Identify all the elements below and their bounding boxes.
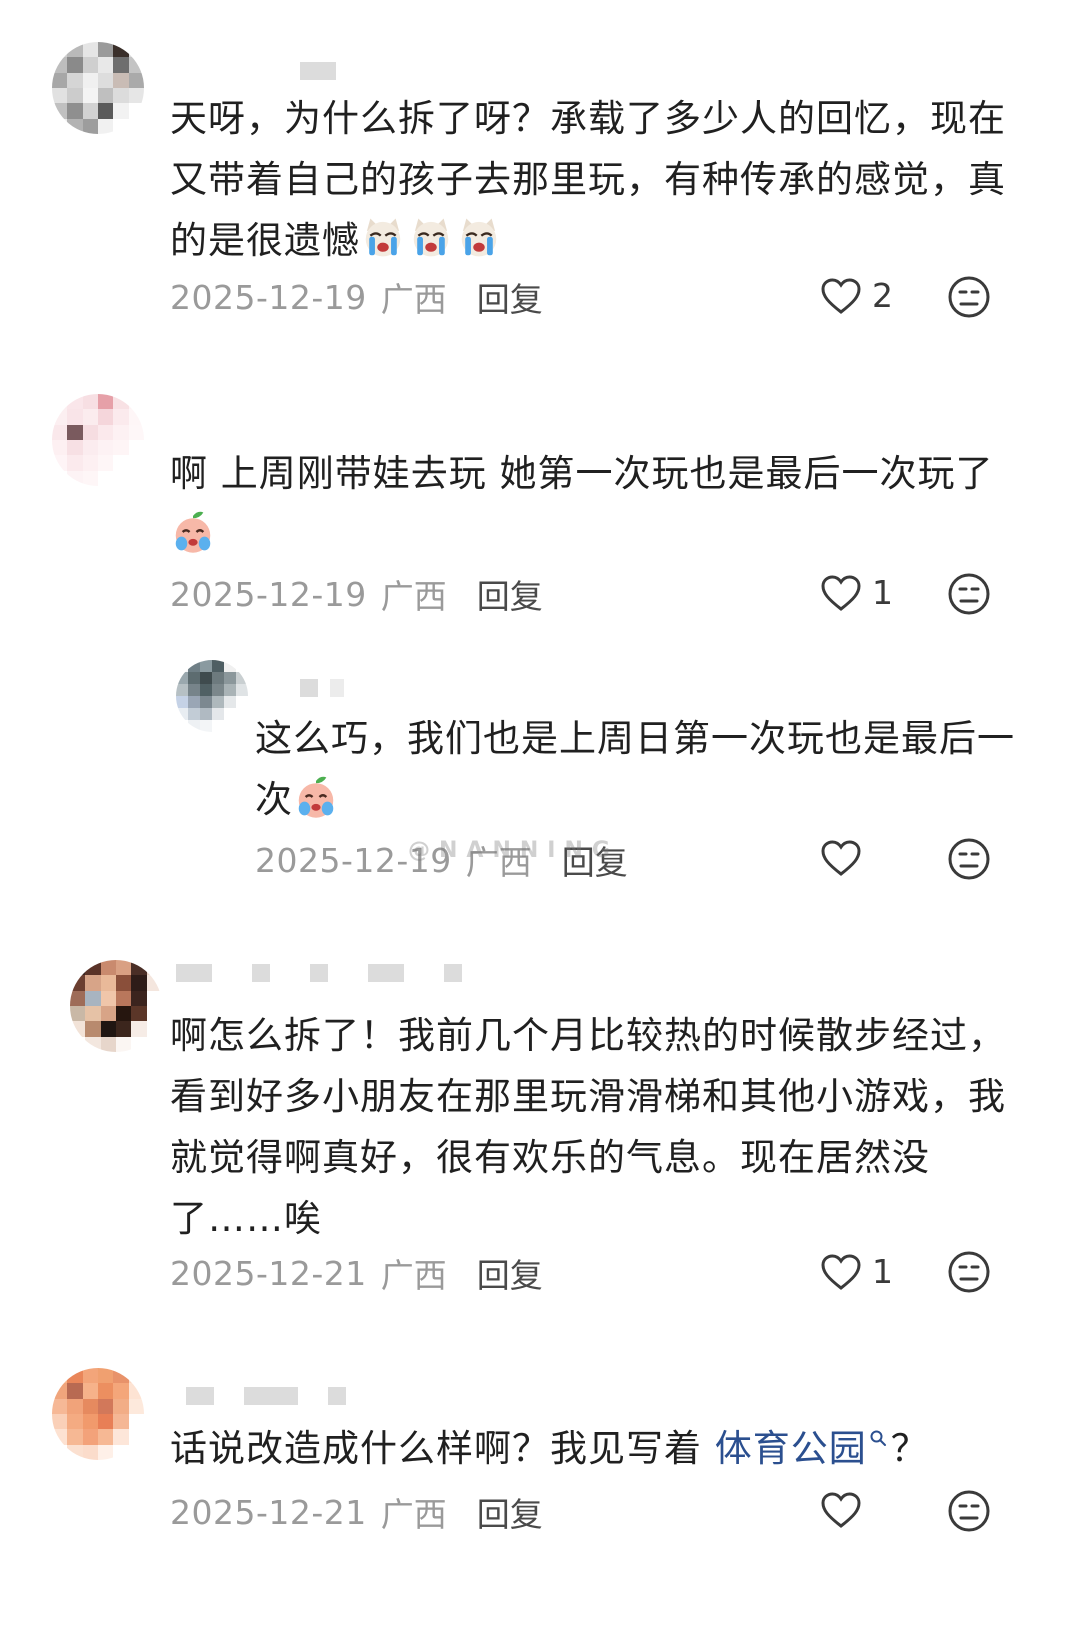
like-button[interactable] xyxy=(820,839,872,877)
neutral-face-icon xyxy=(948,573,990,615)
comment-line: 的是很遗憾 xyxy=(170,219,360,262)
comment-line: 就觉得啊真好，很有欢乐的气息。现在居然没 xyxy=(170,1136,930,1179)
watermark: @NANNING xyxy=(408,838,619,863)
avatar[interactable] xyxy=(52,1368,144,1460)
comment-date: 2025-12-21 xyxy=(170,1492,367,1532)
avatar[interactable] xyxy=(52,42,144,134)
crying-dog-icon xyxy=(413,218,449,257)
comment-meta: 2025-12-19 广西 回复 xyxy=(170,570,543,618)
react-button[interactable] xyxy=(947,1250,991,1294)
neutral-face-icon xyxy=(948,1490,990,1532)
comment-text: 啊 上周刚带娃去玩 她第一次玩也是最后一次玩了 xyxy=(170,443,994,565)
username[interactable] xyxy=(176,962,462,984)
heart-icon xyxy=(821,574,861,611)
topic-link[interactable]: 体育公园 xyxy=(715,1427,867,1470)
comment-meta: 2025-12-21 广西 回复 xyxy=(170,1249,543,1297)
comment-line: 啊 上周刚带娃去玩 她第一次玩也是最后一次玩了 xyxy=(170,452,994,495)
like-button[interactable]: 2 xyxy=(820,276,893,315)
comment-line: 啊怎么拆了！我前几个月比较热的时候散步经过， xyxy=(170,1014,1006,1057)
crying-peach-icon xyxy=(298,776,334,818)
comment-line: 天呀，为什么拆了呀？承载了多少人的回忆，现在 xyxy=(170,97,1006,140)
react-button[interactable] xyxy=(947,275,991,319)
comment-text: 天呀，为什么拆了呀？承载了多少人的回忆，现在 又带着自己的孩子去那里玩，有种传承… xyxy=(170,88,1006,271)
comment-line: 又带着自己的孩子去那里玩，有种传承的感觉，真 xyxy=(170,158,1006,201)
comment-meta: 2025-12-19 广西 回复 xyxy=(170,273,543,321)
react-button[interactable] xyxy=(947,837,991,881)
comment-location: 广西 xyxy=(380,1495,447,1534)
reply-button[interactable]: 回复 xyxy=(477,273,543,321)
neutral-face-icon xyxy=(948,838,990,880)
neutral-face-icon xyxy=(948,276,990,318)
comment-meta: 2025-12-21 广西 回复 xyxy=(170,1488,543,1536)
heart-icon xyxy=(821,277,861,314)
username[interactable] xyxy=(300,60,336,82)
username[interactable] xyxy=(186,1385,346,1407)
comment-location: 广西 xyxy=(380,280,447,319)
react-button[interactable] xyxy=(947,1489,991,1533)
comment-text: 这么巧，我们也是上周日第一次玩也是最后一 次 xyxy=(255,708,1015,830)
heart-icon xyxy=(821,840,861,876)
comment-line: 了……唉 xyxy=(170,1197,322,1240)
reply-button[interactable]: 回复 xyxy=(477,570,543,618)
comment-text-prefix: 话说改造成什么样啊？我见写着 xyxy=(170,1427,715,1470)
comment-text: 啊怎么拆了！我前几个月比较热的时候散步经过， 看到好多小朋友在那里玩滑滑梯和其他… xyxy=(170,1005,1006,1249)
comment-line: 这么巧，我们也是上周日第一次玩也是最后一 xyxy=(255,717,1015,760)
avatar[interactable] xyxy=(52,394,144,486)
heart-icon xyxy=(821,1253,861,1290)
like-button[interactable]: 1 xyxy=(820,573,893,612)
reply-button[interactable]: 回复 xyxy=(477,1488,543,1536)
comment-date: 2025-12-21 xyxy=(170,1253,367,1293)
avatar[interactable] xyxy=(70,960,162,1052)
like-button[interactable] xyxy=(820,1491,872,1529)
comment-date: 2025-12-19 xyxy=(170,574,367,614)
reply-button[interactable]: 回复 xyxy=(477,1249,543,1297)
comment-line: 看到好多小朋友在那里玩滑滑梯和其他小游戏，我 xyxy=(170,1075,1006,1118)
like-count: 1 xyxy=(872,1252,893,1291)
comment-line: 次 xyxy=(255,778,293,821)
neutral-face-icon xyxy=(948,1251,990,1293)
crying-dog-icon xyxy=(365,218,401,257)
avatar[interactable] xyxy=(176,660,248,732)
like-count: 1 xyxy=(872,573,893,612)
react-button[interactable] xyxy=(947,572,991,616)
username[interactable] xyxy=(300,677,344,699)
comment-location: 广西 xyxy=(380,1256,447,1295)
heart-icon xyxy=(821,1492,861,1528)
like-button[interactable]: 1 xyxy=(820,1252,893,1291)
comment-text-suffix: ？ xyxy=(890,1427,929,1470)
crying-dog-icon xyxy=(461,218,497,257)
crying-peach-icon xyxy=(175,511,211,553)
comment-text: 话说改造成什么样啊？我见写着 体育公园 ？ xyxy=(170,1418,929,1479)
comment-location: 广西 xyxy=(380,577,447,616)
search-icon[interactable] xyxy=(869,1429,887,1447)
comment-date: 2025-12-19 xyxy=(170,277,367,317)
like-count: 2 xyxy=(872,276,893,315)
